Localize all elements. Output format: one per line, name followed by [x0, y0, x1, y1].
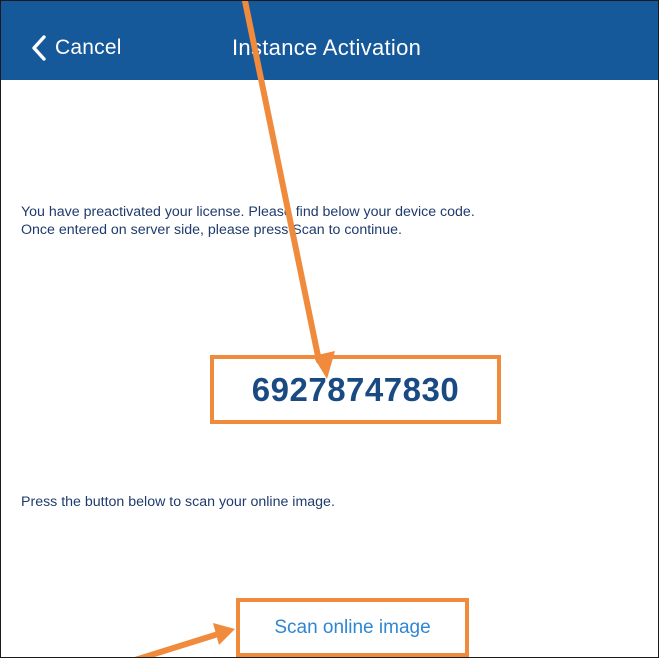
instruction-line-2: Once entered on server side, please pres… — [21, 222, 402, 238]
activation-instructions: You have preactivated your license. Plea… — [21, 203, 658, 239]
annotation-arrow-bottom — [134, 632, 218, 657]
annotation-arrows — [134, 1, 335, 657]
cancel-button[interactable]: Cancel — [31, 33, 122, 63]
chevron-left-icon — [31, 35, 47, 61]
device-code: 69278747830 — [251, 371, 460, 408]
instruction-line-1: You have preactivated your license. Plea… — [21, 204, 475, 220]
annotation-arrowhead-bottom — [213, 623, 235, 645]
device-code-highlight: 69278747830 — [210, 355, 501, 424]
navigation-bar: Cancel Instance Activation — [1, 1, 658, 80]
scan-online-image-button[interactable]: Scan online image — [240, 602, 465, 653]
cancel-label: Cancel — [55, 36, 122, 59]
scan-button-highlight: Scan online image — [236, 598, 469, 657]
page-title: Instance Activation — [232, 35, 422, 60]
scan-hint-text: Press the button below to scan your onli… — [21, 494, 335, 510]
app-screen: Cancel Instance Activation You have prea… — [0, 0, 659, 658]
